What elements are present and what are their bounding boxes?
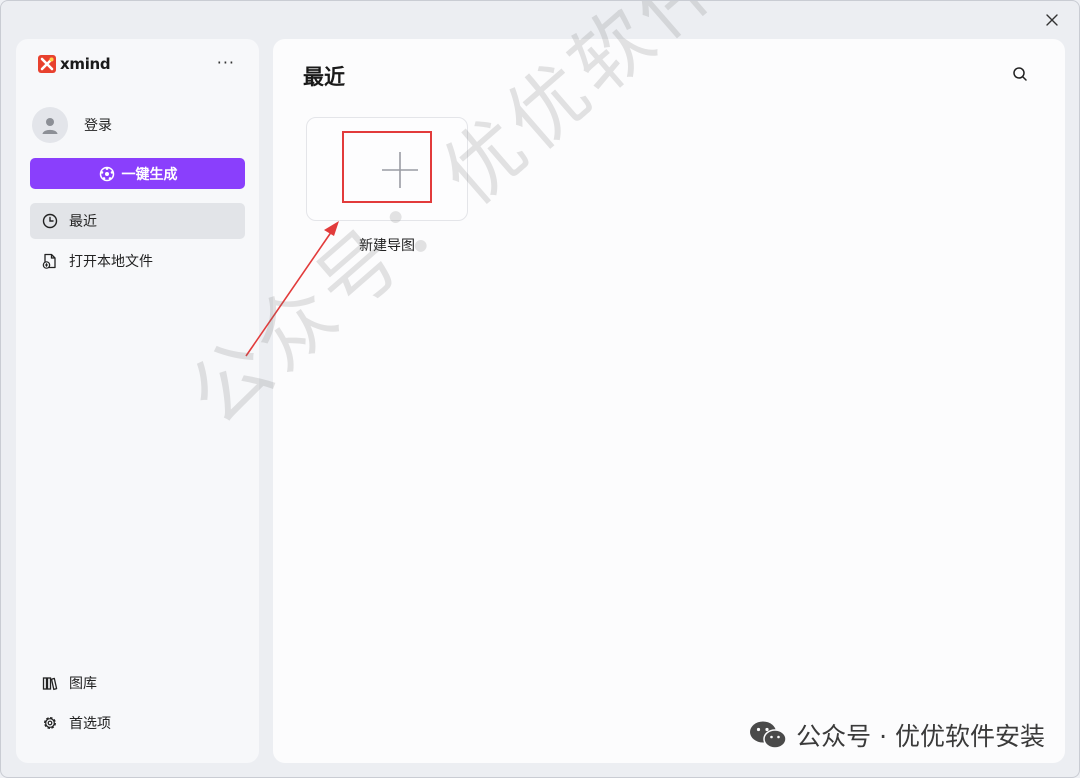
brand-logo: xmind xyxy=(38,55,111,73)
search-button[interactable] xyxy=(1009,63,1031,85)
login-label: 登录 xyxy=(84,118,112,134)
footer-watermark: 公众号 · 优优软件安装 xyxy=(748,717,1045,753)
xmind-logo-icon xyxy=(38,55,56,73)
sidebar-item-label: 最近 xyxy=(69,214,97,230)
footer-watermark-text: 公众号 · 优优软件安装 xyxy=(796,722,1045,751)
login-row[interactable]: 登录 xyxy=(32,107,112,143)
sidebar-item-label: 首选项 xyxy=(69,716,111,732)
main-panel: 最近 新建导图 xyxy=(273,39,1065,763)
file-add-icon xyxy=(42,253,56,269)
user-icon xyxy=(42,118,58,134)
close-button[interactable] xyxy=(1041,9,1063,31)
sidebar-item-label: 图库 xyxy=(69,676,97,692)
generate-label: 一键生成 xyxy=(121,166,178,183)
sidebar: xmind ··· 登录 一键生成 最近 打开本地文件 图库 首选项 xyxy=(16,39,259,763)
app-window: xmind ··· 登录 一键生成 最近 打开本地文件 图库 首选项 最近 新建… xyxy=(0,0,1080,778)
sidebar-item-open-local-file[interactable]: 打开本地文件 xyxy=(30,243,245,279)
sidebar-item-recent[interactable]: 最近 xyxy=(30,203,245,239)
library-icon xyxy=(42,677,58,691)
clock-icon xyxy=(42,213,58,229)
avatar xyxy=(32,107,68,143)
new-map-label: 新建导图 xyxy=(359,238,415,254)
sparkle-flower-icon xyxy=(99,166,114,181)
close-icon xyxy=(1046,14,1058,26)
page-title: 最近 xyxy=(303,65,345,89)
gear-icon xyxy=(44,717,56,729)
sidebar-item-label: 打开本地文件 xyxy=(69,254,153,270)
sidebar-item-gallery[interactable]: 图库 xyxy=(30,665,245,701)
new-map-card[interactable] xyxy=(306,117,468,221)
search-icon xyxy=(1013,67,1027,81)
more-menu-button[interactable]: ··· xyxy=(217,53,235,72)
sidebar-item-preferences[interactable]: 首选项 xyxy=(30,705,245,741)
brand-name: xmind xyxy=(60,55,111,73)
plus-icon xyxy=(382,152,418,188)
wechat-icon xyxy=(750,721,787,749)
one-click-generate-button[interactable]: 一键生成 xyxy=(30,158,245,189)
